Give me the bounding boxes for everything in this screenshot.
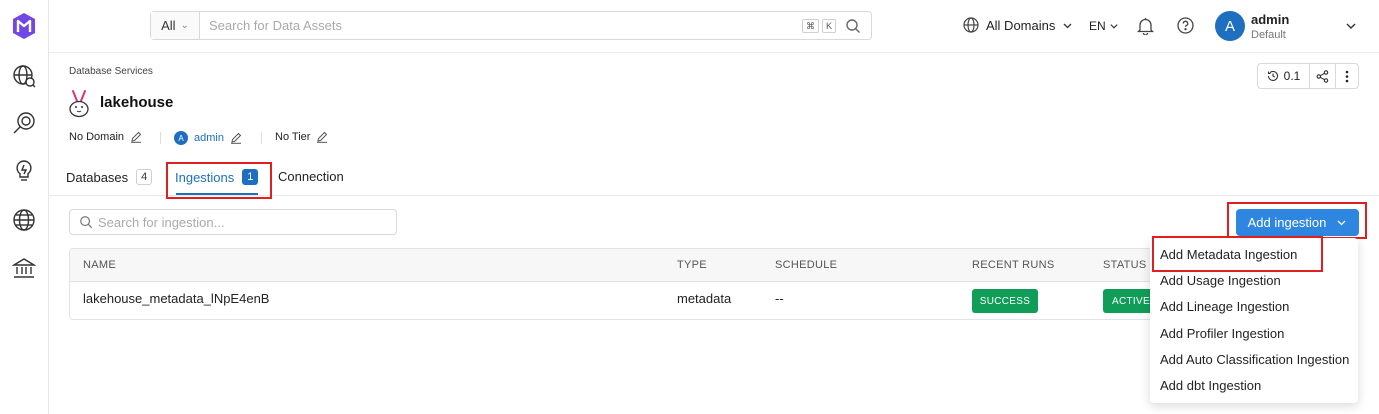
tab-label: Connection: [278, 169, 344, 184]
owner-avatar: A: [174, 131, 188, 145]
column-header-recent-runs: RECENT RUNS: [972, 259, 1055, 271]
search-icon[interactable]: [845, 18, 861, 34]
tab-count-badge: 4: [136, 169, 153, 185]
ingestion-search-input[interactable]: [98, 214, 396, 230]
service-name: lakehouse: [100, 94, 174, 111]
menu-item-add-auto-classification-ingestion[interactable]: Add Auto Classification Ingestion: [1160, 352, 1349, 367]
share-button[interactable]: [1310, 64, 1336, 88]
insights-icon[interactable]: [12, 159, 36, 183]
globe-icon: [963, 17, 979, 33]
governance-icon[interactable]: [12, 256, 36, 280]
ingestion-type: metadata: [677, 291, 732, 306]
version-number: 0.1: [1283, 69, 1301, 83]
domain-selector-label: All Domains: [986, 17, 1056, 33]
left-sidebar: [0, 0, 49, 414]
chevron-down-icon: ⌄: [180, 20, 189, 31]
ingestions-table: NAME TYPE SCHEDULE RECENT RUNS STATUS la…: [69, 248, 1159, 320]
app-logo-icon[interactable]: [11, 12, 37, 40]
top-navbar: All ⌄ ⌘ K All Domains EN A admin Default: [49, 0, 1379, 53]
highlight-box-ingestions-tab: [166, 162, 272, 199]
tab-label: Databases: [66, 169, 129, 185]
domain-label: No Domain: [69, 131, 125, 143]
user-name[interactable]: admin: [1251, 12, 1289, 27]
divider: [160, 132, 161, 144]
chevron-down-icon[interactable]: [1345, 20, 1357, 32]
highlight-box-add-button: [1227, 202, 1367, 239]
edit-owner-icon[interactable]: [230, 132, 242, 144]
user-role: Default: [1251, 29, 1286, 41]
language-label: EN: [1089, 19, 1106, 33]
chevron-down-icon: [1063, 23, 1072, 28]
domains-icon[interactable]: [12, 208, 36, 232]
shortcut-k-key: K: [821, 18, 836, 33]
service-logo-icon: [69, 90, 89, 118]
menu-item-add-usage-ingestion[interactable]: Add Usage Ingestion: [1160, 273, 1281, 288]
observability-icon[interactable]: [12, 111, 36, 135]
column-header-status: STATUS: [1103, 259, 1147, 271]
header-actions: 0.1: [1257, 63, 1359, 89]
search-icon: [80, 216, 93, 229]
explore-icon[interactable]: [12, 64, 36, 88]
share-icon: [1316, 69, 1329, 83]
bell-icon[interactable]: [1137, 17, 1154, 35]
menu-item-add-profiler-ingestion[interactable]: Add Profiler Ingestion: [1160, 326, 1284, 341]
history-icon: [1267, 70, 1278, 82]
version-button[interactable]: 0.1: [1258, 64, 1310, 88]
domain-field: No Domain: [69, 131, 142, 143]
column-header-name: NAME: [83, 259, 116, 271]
domain-selector[interactable]: All Domains: [963, 17, 1073, 33]
owner-link[interactable]: admin: [194, 132, 224, 144]
search-scope-select[interactable]: All ⌄: [151, 12, 200, 39]
ingestion-name[interactable]: lakehouse_metadata_lNpE4enB: [83, 291, 269, 306]
divider: [261, 132, 262, 144]
kebab-menu-icon: [1345, 70, 1349, 82]
search-scope-label: All: [161, 18, 176, 33]
edit-tier-icon[interactable]: [316, 131, 328, 143]
global-search-input[interactable]: [200, 18, 802, 33]
ingestion-schedule: --: [775, 291, 784, 306]
breadcrumb[interactable]: Database Services: [69, 66, 153, 77]
more-options-button[interactable]: [1336, 64, 1358, 88]
tab-databases[interactable]: Databases 4: [66, 169, 153, 185]
tier-field: No Tier: [275, 131, 328, 143]
column-header-type: TYPE: [677, 259, 707, 271]
global-search: All ⌄ ⌘ K: [150, 11, 872, 40]
tab-connection[interactable]: Connection: [278, 169, 344, 184]
ingestion-search: [69, 209, 397, 235]
language-selector[interactable]: EN: [1089, 19, 1119, 33]
highlight-box-metadata-item: [1152, 236, 1323, 272]
table-header: NAME TYPE SCHEDULE RECENT RUNS STATUS: [70, 249, 1158, 282]
recent-run-badge[interactable]: SUCCESS: [972, 289, 1038, 313]
tier-label: No Tier: [275, 131, 311, 143]
chevron-down-icon: [1110, 24, 1118, 29]
edit-domain-icon[interactable]: [130, 131, 142, 143]
column-header-schedule: SCHEDULE: [775, 259, 838, 271]
owner-field: A admin: [174, 131, 242, 145]
shortcut-cmd-key: ⌘: [801, 18, 819, 33]
user-avatar[interactable]: A: [1215, 11, 1245, 41]
help-icon[interactable]: [1177, 17, 1194, 34]
menu-item-add-lineage-ingestion[interactable]: Add Lineage Ingestion: [1160, 299, 1289, 314]
menu-item-add-dbt-ingestion[interactable]: Add dbt Ingestion: [1160, 378, 1261, 393]
